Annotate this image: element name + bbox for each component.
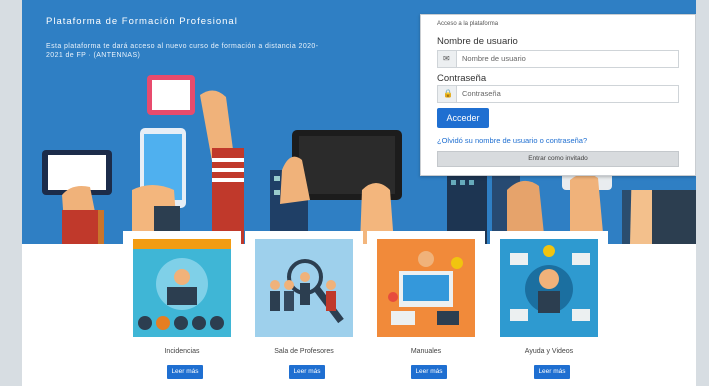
guest-login-button[interactable]: Entrar como invitado bbox=[437, 151, 679, 167]
forgot-suffix: ? bbox=[582, 136, 588, 145]
hero-title: Plataforma de Formación Profesional bbox=[46, 16, 238, 27]
forgot-prefix: ¿Olvidó su bbox=[437, 136, 473, 145]
lock-icon: 🔒 bbox=[438, 86, 457, 102]
password-field[interactable]: 🔒 Contraseña bbox=[437, 85, 679, 103]
forgot-credentials-link[interactable]: ¿Olvidó su nombre de usuario o contraseñ… bbox=[437, 136, 587, 145]
incidencias-image bbox=[133, 239, 231, 337]
card-caption: Sala de Profesores bbox=[274, 348, 334, 355]
card-incidencias: Incidencias Leer más bbox=[123, 231, 241, 386]
forgot-or: o bbox=[539, 136, 544, 145]
card-sala-profesores: Sala de Profesores Leer más bbox=[245, 231, 363, 386]
card-caption: Manuales bbox=[410, 348, 442, 355]
login-button[interactable]: Acceder bbox=[437, 108, 489, 128]
read-more-button[interactable]: Leer más bbox=[289, 365, 325, 379]
card-ayuda-videos: Ayuda y Videos Leer más bbox=[490, 231, 608, 386]
ayuda-videos-image bbox=[500, 239, 598, 337]
username-placeholder: Nombre de usuario bbox=[462, 54, 526, 63]
sala-profesores-image bbox=[255, 239, 353, 337]
hero-description: Esta plataforma te dará acceso al nuevo … bbox=[46, 43, 319, 59]
page: Plataforma de Formación Profesional Esta… bbox=[22, 0, 696, 386]
card-manuales: Manuales Leer más bbox=[367, 231, 485, 386]
login-header: Acceso a la plataforma bbox=[437, 21, 499, 27]
read-more-button[interactable]: Leer más bbox=[534, 365, 570, 379]
password-label: Contraseña bbox=[437, 73, 487, 84]
read-more-button[interactable]: Leer más bbox=[411, 365, 447, 379]
forgot-password-link[interactable]: contraseña bbox=[546, 136, 583, 145]
username-field[interactable]: ✉ Nombre de usuario bbox=[437, 50, 679, 68]
password-placeholder: Contraseña bbox=[462, 89, 501, 98]
card-caption: Incidencias bbox=[164, 348, 200, 355]
read-more-button[interactable]: Leer más bbox=[167, 365, 203, 379]
forgot-username-link[interactable]: nombre de usuario bbox=[475, 136, 538, 145]
envelope-icon: ✉ bbox=[438, 51, 457, 67]
hero-banner: Plataforma de Formación Profesional Esta… bbox=[22, 0, 696, 244]
username-label: Nombre de usuario bbox=[437, 36, 518, 47]
login-panel: Acceso a la plataforma Nombre de usuario… bbox=[420, 14, 696, 176]
manuales-image bbox=[377, 239, 475, 337]
card-caption: Ayuda y Videos bbox=[524, 348, 574, 355]
